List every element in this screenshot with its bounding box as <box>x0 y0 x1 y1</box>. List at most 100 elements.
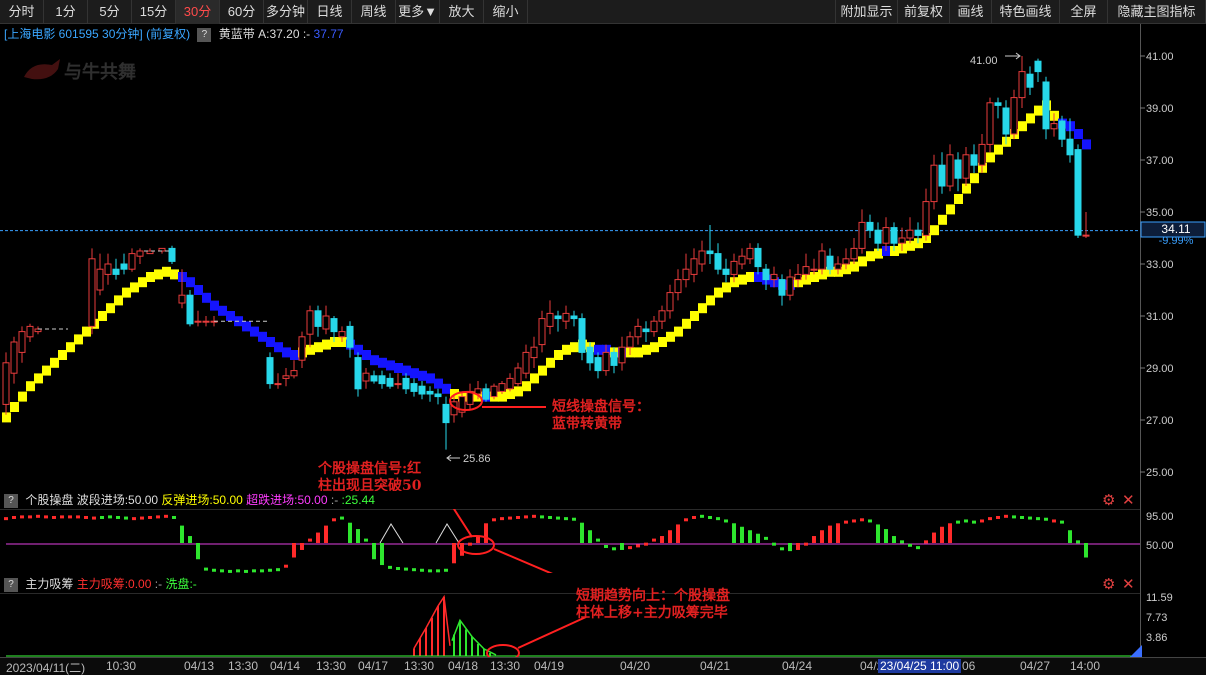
panel1-bar <box>916 546 920 550</box>
panel1-bar <box>412 568 416 572</box>
candle <box>1074 144 1082 238</box>
tab-5min[interactable]: 5分 <box>88 0 132 24</box>
candle-body <box>1066 138 1074 156</box>
band-block <box>666 331 675 342</box>
tab-15min[interactable]: 15分 <box>132 0 176 24</box>
panel1-bar <box>188 536 192 543</box>
extra-display-button[interactable]: 附加显示 <box>835 0 898 24</box>
candle-body <box>10 341 18 374</box>
help-icon[interactable]: ? <box>197 27 212 42</box>
candle <box>538 310 546 353</box>
candle-body <box>858 221 866 249</box>
panel1-bar <box>604 544 608 548</box>
tab-fenshi[interactable]: 分时 <box>0 0 44 24</box>
indicator-b-label: :- <box>302 27 311 41</box>
candle <box>994 97 1002 119</box>
panel1-bar <box>44 515 48 519</box>
tab-30min[interactable]: 30分 <box>176 0 220 24</box>
candle <box>922 188 930 241</box>
panel1-close-icon[interactable]: ✕ <box>1122 491 1135 509</box>
candle-body <box>914 229 922 236</box>
more-dropdown[interactable]: 更多▼ <box>396 0 440 24</box>
band-block <box>522 381 531 392</box>
tab-daily[interactable]: 日线 <box>308 0 352 24</box>
candle-body <box>338 331 346 338</box>
special-draw-button[interactable]: 特色画线 <box>992 0 1060 24</box>
candle-body <box>186 294 194 325</box>
panel1-help-icon[interactable]: ? <box>4 493 18 508</box>
price-axis-label: 35.00 <box>1146 207 1174 219</box>
time-label: 2023/04/11(二) <box>6 661 86 675</box>
panel1-settings-icon[interactable]: ⚙ <box>1102 491 1115 509</box>
tab-weekly[interactable]: 周线 <box>352 0 396 24</box>
hide-indicator-button[interactable]: 隐藏主图指标 <box>1108 0 1206 24</box>
corner-resize-icon[interactable] <box>1130 645 1142 657</box>
candle <box>88 248 96 335</box>
low-label: 25.86 <box>463 453 491 465</box>
band-block <box>426 373 435 384</box>
candle-body <box>538 318 546 346</box>
candle-body <box>690 258 698 275</box>
candle-body <box>442 403 450 424</box>
candle <box>514 362 522 387</box>
candle-body <box>810 268 818 271</box>
panel2-help-icon[interactable]: ? <box>4 577 18 592</box>
candle <box>1082 212 1090 238</box>
band-block <box>82 326 91 337</box>
candle-body <box>1034 60 1042 73</box>
candle <box>762 264 770 290</box>
band-block <box>386 360 395 371</box>
band-block <box>658 337 667 347</box>
panel1-bar <box>52 515 56 519</box>
candle-body <box>330 318 338 333</box>
candle <box>96 253 104 296</box>
panel1-bar <box>356 529 360 543</box>
zoom-in-button[interactable]: 放大 <box>440 0 484 24</box>
signal-circle-3 <box>486 644 520 657</box>
annotation-short-line2: 蓝带转黄带 <box>552 416 622 432</box>
candle <box>938 152 946 194</box>
panel1-bar <box>284 564 288 568</box>
candle-body <box>754 247 762 268</box>
panel1-bar <box>1044 517 1048 521</box>
candle-body <box>938 164 946 187</box>
panel2-close-icon[interactable]: ✕ <box>1122 575 1135 593</box>
zoom-out-button[interactable]: 缩小 <box>484 0 528 24</box>
panel1-bar <box>580 522 584 543</box>
stock-operation-panel[interactable]: 95.00 50.00 <box>0 509 1206 573</box>
tab-1min[interactable]: 1分 <box>44 0 88 24</box>
tab-60min[interactable]: 60分 <box>220 0 264 24</box>
panel1-bar <box>820 530 824 543</box>
band-block <box>866 251 875 262</box>
draw-line-button[interactable]: 画线 <box>950 0 992 24</box>
candle-body <box>578 318 586 353</box>
panel1-bar <box>1084 543 1088 558</box>
price-axis-label: 41.00 <box>1146 51 1174 63</box>
band-block <box>322 339 331 350</box>
candle-body <box>298 336 306 361</box>
panel1-bar <box>228 569 232 573</box>
candle-body <box>128 253 136 270</box>
tab-multi-min[interactable]: 多分钟 <box>264 0 308 24</box>
candle <box>738 248 746 270</box>
panel2-settings-icon[interactable]: ⚙ <box>1102 575 1115 593</box>
band-block <box>170 269 179 280</box>
panel2-axis-top: 11.59 <box>1146 593 1173 604</box>
adjust-button[interactable]: 前复权 <box>898 0 950 24</box>
panel1-bar <box>972 520 976 524</box>
fullscreen-button[interactable]: 全屏 <box>1060 0 1108 24</box>
time-cursor-label: 23/04/25 11:00 <box>878 659 962 673</box>
candle <box>850 238 858 264</box>
candle-body <box>970 154 978 166</box>
candle-body <box>706 250 714 255</box>
candle <box>194 310 202 327</box>
band-block <box>74 334 83 345</box>
candle <box>378 370 386 389</box>
candle-body <box>602 351 610 372</box>
panel2-sep: :- <box>154 577 163 591</box>
candle <box>866 214 874 238</box>
panel1-bar <box>1028 516 1032 520</box>
panel1-bar <box>1060 520 1064 524</box>
candle <box>322 305 330 335</box>
candle-body <box>394 383 402 386</box>
